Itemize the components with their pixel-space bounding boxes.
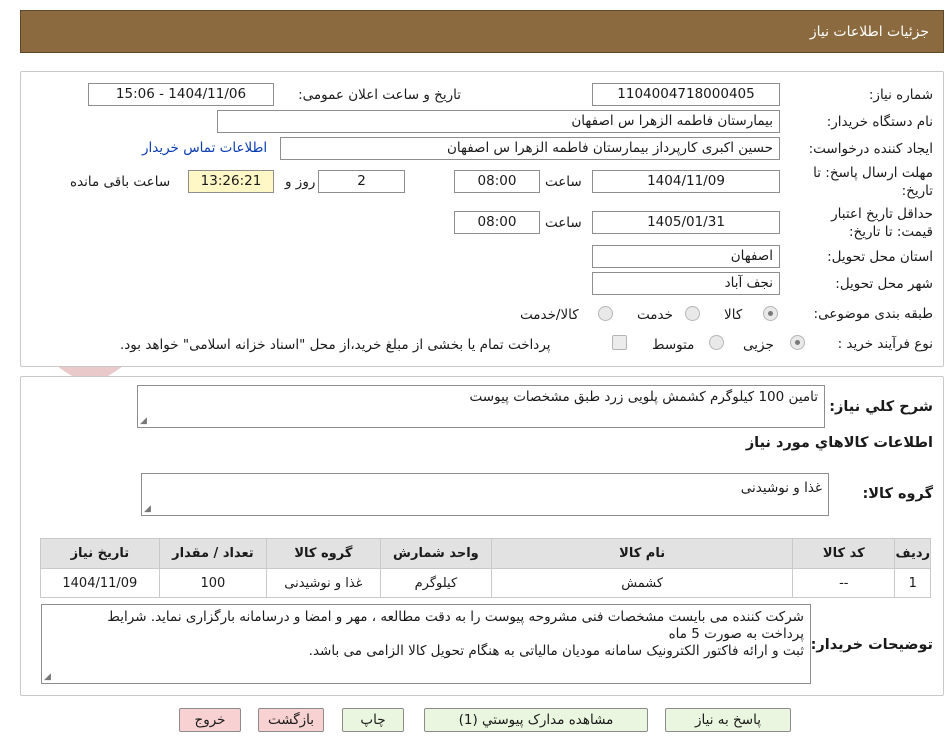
province-label: استان محل تحویل: <box>827 249 933 265</box>
goods-table: رديف کد کالا نام کالا واحد شمارش گروه کا… <box>40 538 931 598</box>
creator-field: حسین اکبری کارپرداز بیمارستان فاطمه الزه… <box>280 137 780 160</box>
resize-grip-icon[interactable]: ◢ <box>44 673 51 682</box>
days-remaining-field: 2 <box>318 170 405 193</box>
validity-label-line1: حداقل تاریخ اعتبار <box>831 206 933 222</box>
buyer-field: بیمارستان فاطمه الزهرا س اصفهان <box>217 110 780 133</box>
treasury-payment-note: پرداخت تمام یا بخشی از مبلغ خرید،از محل … <box>120 337 551 353</box>
announce-date-field: 1404/11/06 - 15:06 <box>88 83 274 106</box>
view-attachments-button[interactable]: مشاهده مدارک پیوستي (1) <box>424 708 648 732</box>
remaining-time-label: ساعت باقی مانده <box>70 174 171 190</box>
buyer-notes-textarea[interactable]: شرکت کننده می بایست مشخصات فنی مشروحه پی… <box>41 604 811 684</box>
deadline-time-field: 08:00 <box>454 170 540 193</box>
cell-quantity: 100 <box>158 568 268 598</box>
treasury-payment-checkbox[interactable] <box>612 335 627 350</box>
need-number-field: 1104004718000405 <box>592 83 780 106</box>
buyer-notes-line: پرداخت به صورت 5 ماه <box>668 626 804 642</box>
page-title: جزئیات اطلاعات نیاز <box>809 24 929 40</box>
city-field: نجف آباد <box>592 272 780 295</box>
process-medium-label: متوسط <box>652 337 695 353</box>
category-service-label: خدمت <box>637 307 673 323</box>
col-item-name: نام کالا <box>491 538 794 569</box>
page-header: جزئیات اطلاعات نیاز <box>20 10 944 53</box>
category-goods-service-radio[interactable] <box>598 306 613 321</box>
col-row-number: رديف <box>894 538 931 569</box>
buyer-contact-link[interactable]: اطلاعات تماس خریدار <box>142 140 267 156</box>
col-goods-group: گروه کالا <box>266 538 381 569</box>
exit-button[interactable]: خروج <box>179 708 241 732</box>
validity-time-label: ساعت <box>545 215 582 231</box>
resize-grip-icon[interactable]: ◢ <box>140 417 147 426</box>
remaining-time-field: 13:26:21 <box>188 170 274 193</box>
category-goods-label: کالا <box>724 307 743 323</box>
resize-grip-icon[interactable]: ◢ <box>144 505 151 514</box>
validity-label-line2: قیمت: تا تاریخ: <box>849 224 933 240</box>
cell-goods-group: غذا و نوشیدنی <box>266 568 381 598</box>
announce-date-label: تاریخ و ساعت اعلان عمومی: <box>298 87 461 103</box>
summary-label: شرح کلي نياز: <box>829 399 933 415</box>
col-item-code: کد کالا <box>792 538 896 569</box>
back-button[interactable]: بازگشت <box>258 708 324 732</box>
deadline-label-line1: مهلت ارسال پاسخ: تا <box>813 165 933 181</box>
cell-item-code: -- <box>792 568 896 598</box>
cell-unit: کیلوگرم <box>379 568 493 598</box>
category-goods-service-label: کالا/خدمت <box>520 307 579 323</box>
goods-group-textarea[interactable]: غذا و نوشیدنی ◢ <box>141 473 829 516</box>
goods-group-label: گروه کالا: <box>862 486 933 502</box>
process-minor-radio[interactable] <box>790 335 805 350</box>
goods-group-text: غذا و نوشیدنی <box>740 480 822 496</box>
buyer-label: نام دستگاه خریدار: <box>826 114 933 130</box>
province-field: اصفهان <box>592 245 780 268</box>
creator-label: ایجاد کننده درخواست: <box>808 141 933 157</box>
table-row: 1 -- کشمش کیلوگرم غذا و نوشیدنی 100 1404… <box>40 568 931 598</box>
print-button[interactable]: چاپ <box>342 708 404 732</box>
col-quantity: تعداد / مقدار <box>158 538 268 569</box>
days-label: روز و <box>285 174 316 190</box>
col-need-date: تاریخ نیاز <box>40 538 160 569</box>
deadline-time-label: ساعت <box>545 174 582 190</box>
col-unit: واحد شمارش <box>379 538 493 569</box>
reply-button[interactable]: پاسخ به نیاز <box>665 708 791 732</box>
validity-date-field: 1405/01/31 <box>592 211 780 234</box>
buyer-notes-line: ثبت و ارائه فاکتور الکترونیک سامانه مودی… <box>308 643 804 659</box>
goods-section-title: اطلاعات کالاهاي مورد نياز <box>745 435 933 451</box>
need-number-label: شماره نیاز: <box>868 87 933 103</box>
validity-time-field: 08:00 <box>454 211 540 234</box>
summary-textarea[interactable]: تامین 100 کیلوگرم کشمش پلویی زرد طبق مشخ… <box>137 385 825 428</box>
category-service-radio[interactable] <box>685 306 700 321</box>
table-header-row: رديف کد کالا نام کالا واحد شمارش گروه کا… <box>40 538 931 569</box>
process-label: نوع فرآیند خرید : <box>837 336 933 352</box>
cell-row-number: 1 <box>894 568 931 598</box>
deadline-label-line2: تاریخ: <box>901 183 933 199</box>
cell-need-date: 1404/11/09 <box>40 568 160 598</box>
deadline-date-field: 1404/11/09 <box>592 170 780 193</box>
process-minor-label: جزیی <box>743 337 774 353</box>
buyer-notes-label: توضیحات خریدار: <box>810 637 933 653</box>
city-label: شهر محل تحویل: <box>835 276 933 292</box>
buyer-notes-line: شرکت کننده می بایست مشخصات فنی مشروحه پی… <box>107 609 804 625</box>
summary-text: تامین 100 کیلوگرم کشمش پلویی زرد طبق مشخ… <box>469 389 818 405</box>
cell-item-name: کشمش <box>491 568 794 598</box>
category-goods-radio[interactable] <box>763 306 778 321</box>
process-medium-radio[interactable] <box>709 335 724 350</box>
category-label: طبقه بندی موضوعی: <box>813 306 933 322</box>
